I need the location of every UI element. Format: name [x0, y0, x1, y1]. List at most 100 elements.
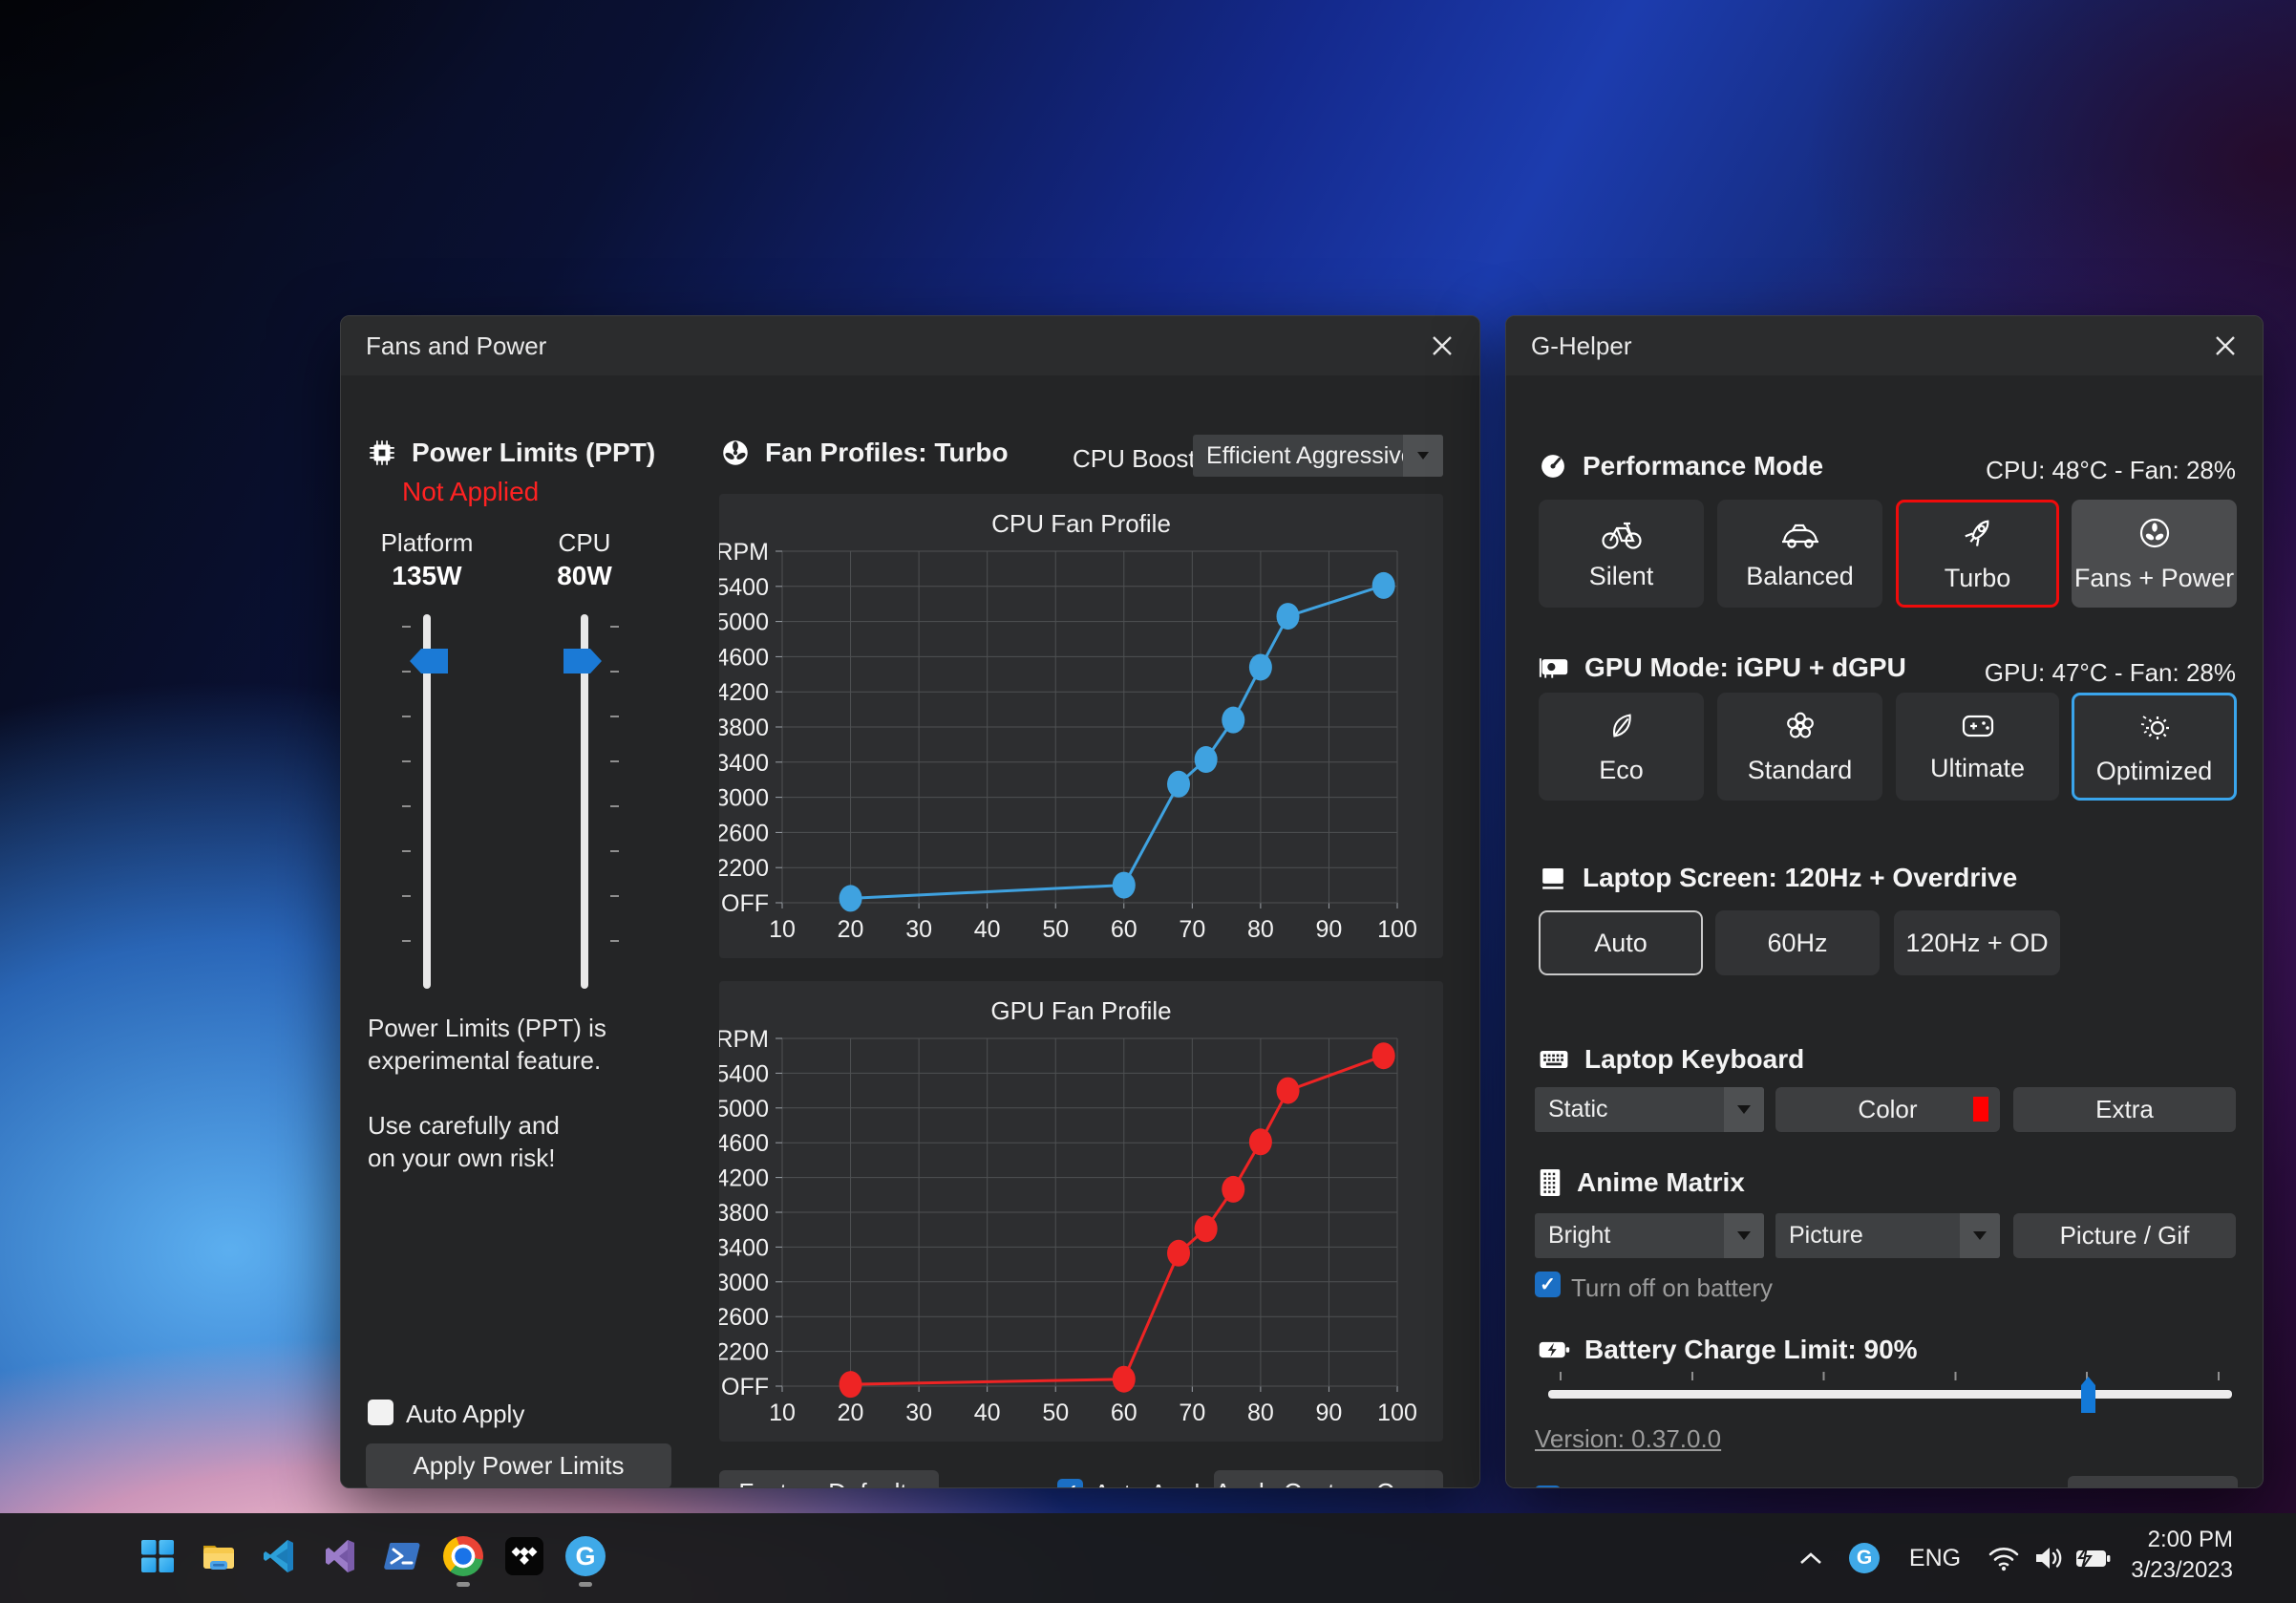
svg-text:4200: 4200 [719, 1165, 769, 1192]
svg-text:RPM: RPM [719, 1026, 769, 1053]
fans-auto-apply-label: Auto Apply [1094, 1479, 1212, 1488]
fans-window-titlebar[interactable]: Fans and Power [341, 316, 1479, 375]
cpu-slider-ticks [610, 626, 619, 985]
svg-text:70: 70 [1179, 916, 1205, 943]
flower-icon [1782, 708, 1818, 744]
gpu-mode-ultimate-button[interactable]: Ultimate [1896, 693, 2059, 801]
g-helper-taskbar-button[interactable]: G [563, 1534, 607, 1578]
tray-battery[interactable] [2071, 1540, 2115, 1576]
battery-slider-thumb[interactable] [2081, 1377, 2095, 1413]
turn-off-on-battery-checkbox[interactable]: ✓ [1535, 1272, 1561, 1297]
perf-mode-balanced-button[interactable]: Balanced [1717, 500, 1882, 608]
matrix-brightness-dropdown[interactable]: Bright [1535, 1213, 1764, 1258]
keyboard-color-button[interactable]: Color [1775, 1087, 2000, 1132]
platform-value: 135W [346, 561, 508, 591]
chevron-down-icon [1403, 435, 1443, 477]
tray-clock[interactable]: 2:00 PM 3/23/2023 [2131, 1525, 2233, 1586]
apply-power-limits-button[interactable]: Apply Power Limits [366, 1443, 671, 1488]
matrix-icon [1537, 1166, 1563, 1199]
file-explorer-button[interactable] [197, 1534, 241, 1578]
start-button[interactable] [136, 1534, 180, 1578]
svg-text:2200: 2200 [719, 855, 769, 882]
ghelper-window-title: G-Helper [1531, 331, 1631, 361]
fans-window-content: Power Limits (PPT) Not Applied Platform … [341, 375, 1479, 1487]
screen-120hz-od-button[interactable]: 120Hz + OD [1894, 910, 2060, 975]
gpu-fan-profile-chart[interactable]: 102030405060708090100OFF2200260030003400… [719, 981, 1443, 1442]
chrome-icon [443, 1536, 483, 1576]
close-icon[interactable] [2211, 331, 2240, 360]
quit-button[interactable]: Quit [2068, 1476, 2238, 1488]
apply-custom-curve-button[interactable]: Apply Custom Curve [1214, 1470, 1443, 1488]
bicycle-icon [1601, 516, 1643, 550]
svg-text:3800: 3800 [719, 1200, 769, 1227]
svg-text:CPU Fan Profile: CPU Fan Profile [991, 509, 1171, 538]
power-note-line: on your own risk! [368, 1143, 556, 1173]
platform-label: Platform [346, 528, 508, 558]
tidal-button[interactable] [502, 1534, 546, 1578]
svg-text:5000: 5000 [719, 1096, 769, 1122]
cpu-slider-thumb[interactable] [563, 649, 602, 673]
battery-charging-icon [2073, 1546, 2112, 1571]
battery-charge-slider[interactable] [1548, 1390, 2232, 1399]
version-link[interactable]: Version: 0.37.0.0 [1535, 1424, 1721, 1454]
car-icon [1778, 516, 1822, 550]
cpu-fan-profile-chart[interactable]: 102030405060708090100OFF2200260030003400… [719, 494, 1443, 958]
tidal-icon [503, 1535, 545, 1577]
terminal-button[interactable] [380, 1534, 424, 1578]
platform-slider-thumb[interactable] [410, 649, 448, 673]
close-icon[interactable] [1428, 331, 1456, 360]
fans-auto-apply-checkbox[interactable]: ✓ [1057, 1479, 1083, 1488]
matrix-content-dropdown[interactable]: Picture [1775, 1213, 2000, 1258]
screen-60hz-button[interactable]: 60Hz [1715, 910, 1880, 975]
svg-text:RPM: RPM [719, 539, 769, 566]
fans-window-title: Fans and Power [366, 331, 546, 361]
svg-text:10: 10 [769, 916, 796, 943]
performance-mode-header: Performance Mode [1537, 450, 1823, 482]
laptop-screen-header: Laptop Screen: 120Hz + Overdrive [1537, 863, 2017, 893]
tray-g-helper[interactable]: G [1847, 1542, 1881, 1574]
matrix-picture-gif-button[interactable]: Picture / Gif [2013, 1213, 2236, 1258]
keyboard-extra-button[interactable]: Extra [2013, 1087, 2236, 1132]
gpu-mode-eco-button[interactable]: Eco [1539, 693, 1704, 801]
run-on-startup-checkbox[interactable]: ✓ [1535, 1485, 1561, 1488]
gauge-icon [1537, 450, 1569, 482]
svg-text:OFF: OFF [721, 890, 769, 917]
perf-mode-turbo-button[interactable]: Turbo [1896, 500, 2059, 608]
power-limits-status: Not Applied [402, 477, 539, 507]
tray-language[interactable]: ENG [1908, 1542, 1962, 1574]
svg-text:3400: 3400 [719, 750, 769, 777]
g-helper-icon: G [1849, 1543, 1880, 1573]
anime-matrix-header: Anime Matrix [1537, 1166, 1745, 1199]
tray-wifi[interactable] [1985, 1540, 2023, 1576]
svg-text:2600: 2600 [719, 1304, 769, 1331]
chevron-down-icon [1724, 1087, 1764, 1132]
vscode-button[interactable] [258, 1534, 302, 1578]
visual-studio-button[interactable] [319, 1534, 363, 1578]
chrome-button[interactable] [441, 1534, 485, 1578]
chevron-up-icon [1798, 1550, 1823, 1566]
gpu-mode-optimized-button[interactable]: Optimized [2072, 693, 2237, 801]
tray-volume[interactable] [2029, 1540, 2069, 1576]
svg-text:70: 70 [1179, 1400, 1205, 1426]
gpu-mode-standard-button[interactable]: Standard [1717, 693, 1882, 801]
perf-mode-fans-power-button[interactable]: Fans + Power [2072, 500, 2237, 608]
chip-icon [366, 437, 398, 469]
svg-text:100: 100 [1377, 916, 1417, 943]
ghelper-titlebar[interactable]: G-Helper [1506, 316, 2263, 375]
power-auto-apply-checkbox[interactable] [368, 1400, 393, 1425]
platform-slider-ticks [402, 626, 411, 985]
laptop-keyboard-header: Laptop Keyboard [1537, 1044, 1804, 1075]
screen-auto-button[interactable]: Auto [1539, 910, 1703, 975]
tray-chevron-up[interactable] [1794, 1542, 1828, 1574]
cpu-fan-chart-panel: 102030405060708090100OFF2200260030003400… [719, 494, 1443, 958]
cpu-boost-dropdown[interactable]: Efficient Aggressive [1193, 435, 1443, 477]
keyboard-mode-dropdown[interactable]: Static [1535, 1087, 1764, 1132]
factory-defaults-button[interactable]: Factory Defaults [719, 1470, 939, 1488]
ghelper-content: Performance Mode CPU: 48°C - Fan: 28% Si… [1506, 375, 2263, 1487]
svg-text:3400: 3400 [719, 1234, 769, 1261]
cpu-boost-label: CPU Boost [1073, 444, 1196, 474]
svg-text:4200: 4200 [719, 679, 769, 706]
cpu-value: 80W [503, 561, 666, 591]
perf-mode-silent-button[interactable]: Silent [1539, 500, 1704, 608]
turn-off-on-battery-label: Turn off on battery [1571, 1273, 1773, 1303]
